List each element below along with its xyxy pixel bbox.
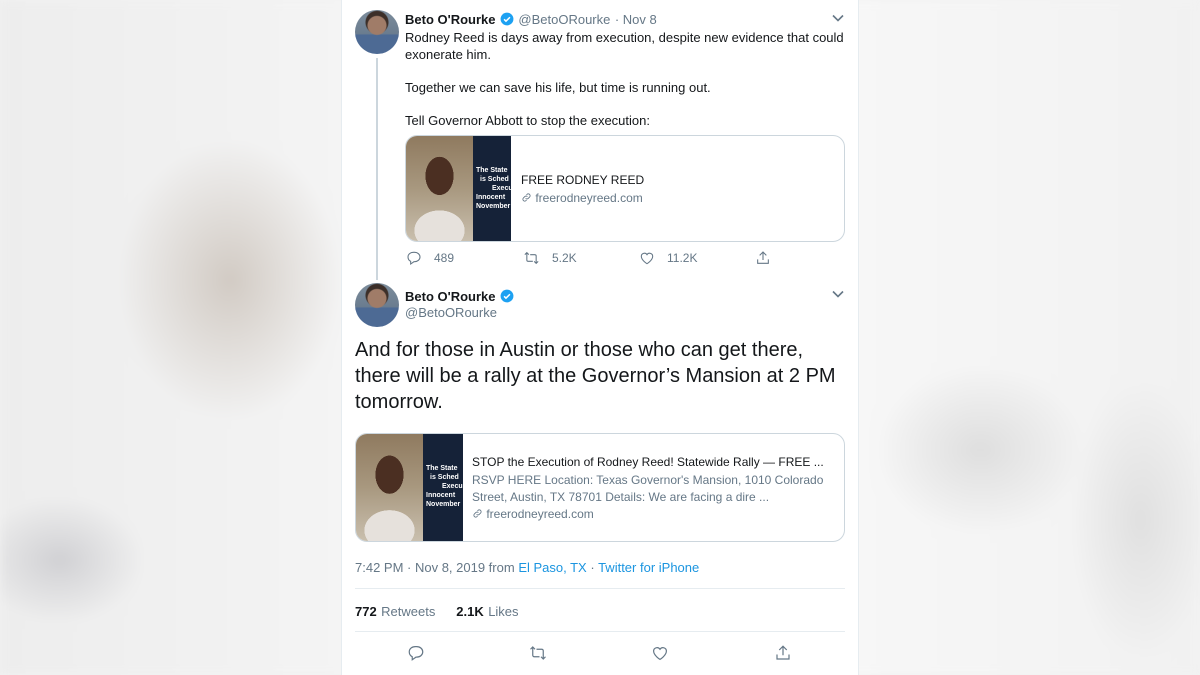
thumbnail-photo bbox=[406, 136, 473, 241]
retweets-label: Retweets bbox=[381, 604, 436, 619]
link-url-text: freerodneyreed.com bbox=[535, 191, 643, 205]
link-icon bbox=[522, 193, 531, 202]
retweets-count: 772 bbox=[355, 604, 377, 619]
link-card-title: FREE RODNEY REED bbox=[521, 173, 645, 187]
tweet-header: Beto O'Rourke bbox=[405, 288, 514, 306]
link-card-title: STOP the Execution of Rodney Reed! State… bbox=[472, 455, 824, 469]
reply-action[interactable]: 489 bbox=[406, 250, 454, 266]
reply-icon[interactable] bbox=[407, 644, 425, 662]
tweet-header: Beto O'Rourke @BetoORourke · Nov 8 bbox=[405, 11, 657, 29]
tweet-paragraph: Rodney Reed is days away from execution,… bbox=[405, 30, 844, 62]
share-icon[interactable] bbox=[774, 644, 792, 662]
divider bbox=[355, 588, 845, 589]
retweet-button[interactable] bbox=[528, 644, 548, 667]
banner-line: is Sched bbox=[480, 176, 509, 183]
share-button[interactable] bbox=[774, 644, 792, 667]
banner-line: Execu bbox=[492, 185, 511, 192]
banner-line: Innocent bbox=[426, 492, 456, 499]
tweet-paragraph: Tell Governor Abbott to stop the executi… bbox=[405, 113, 650, 128]
likes-count: 2.1K bbox=[456, 604, 484, 619]
author-name[interactable]: Beto O'Rourke bbox=[405, 289, 496, 304]
meta-separator: · bbox=[590, 560, 595, 575]
reply-button[interactable] bbox=[407, 644, 425, 667]
verified-badge-icon bbox=[500, 289, 514, 303]
link-thumbnail: The State is Sched Execu Innocent Novemb… bbox=[356, 434, 463, 541]
like-action[interactable]: 11.2K bbox=[639, 250, 697, 266]
retweet-count: 5.2K bbox=[552, 251, 577, 265]
link-thumbnail: The State is Sched Execu Innocent Novemb… bbox=[406, 136, 511, 241]
banner-line: The State bbox=[476, 167, 508, 174]
tweet-text: And for those in Austin or those who can… bbox=[355, 339, 836, 413]
banner-line: Execu bbox=[442, 483, 463, 490]
likes-label: Likes bbox=[488, 604, 519, 619]
share-action[interactable] bbox=[755, 250, 771, 266]
verified-badge-icon bbox=[500, 12, 514, 26]
likes-stat[interactable]: 2.1K Likes bbox=[456, 603, 518, 620]
author-name[interactable]: Beto O'Rourke bbox=[405, 12, 496, 27]
thread-connector-line bbox=[376, 58, 378, 280]
banner-line: Innocent bbox=[476, 194, 506, 201]
author-avatar[interactable] bbox=[355, 10, 399, 54]
author-handle[interactable]: @BetoORourke bbox=[405, 305, 497, 320]
heart-icon[interactable] bbox=[639, 250, 655, 266]
retweet-icon[interactable] bbox=[528, 644, 548, 662]
author-avatar[interactable] bbox=[355, 283, 399, 327]
banner-line: is Sched bbox=[430, 474, 459, 481]
link-preview-card[interactable]: The State is Sched Execu Innocent Novemb… bbox=[355, 433, 845, 542]
tweet-text: Rodney Reed is days away from execution,… bbox=[405, 29, 845, 129]
chevron-down-icon[interactable] bbox=[832, 14, 844, 22]
link-preview-card[interactable]: The State is Sched Execu Innocent Novemb… bbox=[405, 135, 845, 242]
banner-line: November bbox=[476, 203, 511, 210]
link-url-text: freerodneyreed.com bbox=[486, 507, 594, 521]
retweet-action[interactable]: 5.2K bbox=[523, 250, 577, 266]
thumbnail-banner: The State is Sched Execu Innocent Novemb… bbox=[473, 136, 511, 241]
link-card-url: freerodneyreed.com bbox=[472, 507, 594, 521]
thumbnail-photo bbox=[356, 434, 423, 541]
thumbnail-banner: The State is Sched Execu Innocent Novemb… bbox=[423, 434, 463, 541]
tweet-stats: 772 Retweets 2.1K Likes bbox=[355, 603, 519, 621]
retweet-icon[interactable] bbox=[523, 250, 540, 266]
tweet-meta: 7:42 PM · Nov 8, 2019 from El Paso, TX ·… bbox=[355, 560, 699, 575]
tweet-location[interactable]: El Paso, TX bbox=[518, 560, 586, 575]
heart-icon[interactable] bbox=[651, 644, 669, 662]
like-button[interactable] bbox=[651, 644, 669, 667]
link-card-url: freerodneyreed.com bbox=[521, 191, 643, 205]
like-count: 11.2K bbox=[667, 251, 698, 265]
link-card-description: RSVP HERE Location: Texas Governor's Man… bbox=[472, 473, 824, 504]
reply-count: 489 bbox=[434, 251, 455, 265]
tweet-thread-card: Beto O'Rourke @BetoORourke · Nov 8 Rodne… bbox=[341, 0, 859, 675]
banner-line: The State bbox=[426, 465, 458, 472]
divider bbox=[355, 631, 845, 632]
link-icon bbox=[473, 509, 482, 518]
tweet-timestamp[interactable]: 7:42 PM · Nov 8, 2019 from bbox=[355, 560, 515, 575]
retweets-stat[interactable]: 772 Retweets bbox=[355, 603, 440, 620]
share-icon[interactable] bbox=[755, 250, 771, 266]
banner-line: November bbox=[426, 501, 461, 508]
tweet-paragraph: Together we can save his life, but time … bbox=[405, 80, 711, 95]
author-handle[interactable]: @BetoORourke bbox=[518, 12, 610, 27]
reply-icon[interactable] bbox=[406, 250, 422, 266]
tweet-source[interactable]: Twitter for iPhone bbox=[598, 560, 699, 575]
chevron-down-icon[interactable] bbox=[832, 290, 844, 298]
tweet-date[interactable]: · Nov 8 bbox=[615, 12, 657, 27]
